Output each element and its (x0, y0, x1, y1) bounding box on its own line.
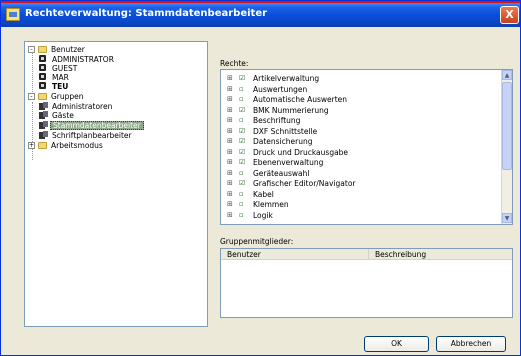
tree-connector-line (32, 102, 33, 160)
unchecked-checkbox-icon[interactable]: ▫ (239, 169, 249, 178)
rights-item-label: Artikelverwaltung (253, 74, 320, 83)
user-icon (39, 82, 47, 91)
rights-item-label: Geräteauswahl (253, 168, 310, 178)
unchecked-checkbox-icon[interactable]: ▫ (239, 200, 249, 209)
expand-icon[interactable]: ⊞ (227, 148, 235, 157)
tree-node-label: ADMINISTRATOR (52, 55, 114, 64)
user-icon (39, 73, 47, 82)
rights-item-label: Druck und Druckausgabe (253, 147, 349, 157)
group-icon (39, 102, 49, 111)
tree-node-label: MAR (52, 73, 69, 82)
rights-label: Rechte: (220, 59, 249, 68)
group-members-table[interactable]: Benutzer Beschreibung (220, 248, 513, 318)
tree-node-label: GUEST (52, 64, 78, 73)
group-icon (39, 121, 49, 130)
tree-connector-line (32, 52, 33, 94)
unchecked-checkbox-icon[interactable]: ▫ (239, 116, 249, 125)
unchecked-checkbox-icon[interactable]: ▫ (239, 95, 249, 104)
rights-dialog-window: Rechteverwaltung: Stammdatenbearbeiter X… (0, 0, 521, 356)
expand-icon[interactable]: ⊞ (227, 211, 235, 220)
scroll-down-button[interactable]: ▼ (502, 213, 512, 223)
ok-button[interactable]: OK (364, 336, 429, 352)
tree-node-label: Administratoren (52, 102, 113, 111)
window-title: Rechteverwaltung: Stammdatenbearbeiter (25, 8, 268, 19)
scroll-thumb[interactable] (502, 82, 512, 170)
scroll-up-button[interactable]: ▲ (502, 70, 512, 80)
rights-item-label: Automatische Auswerten (253, 95, 348, 104)
tree-node-label: Schriftplanbearbeiter (52, 131, 132, 140)
folder-icon (38, 142, 47, 149)
tree-node-label: Gäste (52, 111, 74, 120)
group-icon (39, 131, 49, 140)
rights-item-label: BMK Nummerierung (253, 105, 329, 115)
rights-item-label: Logik (253, 210, 273, 220)
group-members-label: Gruppenmitglieder: (220, 237, 294, 246)
unchecked-checkbox-icon[interactable]: ▫ (239, 190, 249, 199)
user-icon (39, 55, 47, 64)
tree-node-label: Benutzer (51, 45, 85, 54)
checked-checkbox-icon[interactable]: ☑ (239, 137, 249, 146)
collapse-icon[interactable]: - (28, 93, 35, 100)
expand-icon[interactable]: ⊞ (227, 85, 235, 94)
expand-icon[interactable]: ⊞ (227, 158, 235, 167)
rights-item-label: Beschriftung (253, 116, 301, 125)
close-button[interactable]: X (500, 6, 519, 24)
checked-checkbox-icon[interactable]: ☑ (239, 106, 249, 115)
expand-icon[interactable]: ⊞ (227, 74, 235, 83)
title-bar[interactable]: Rechteverwaltung: Stammdatenbearbeiter X (1, 3, 520, 27)
tree-node-label: Arbeitsmodus (51, 141, 103, 150)
group-icon (39, 111, 49, 120)
checked-checkbox-icon[interactable]: ☑ (239, 179, 249, 188)
tree-node-label: TEU (52, 82, 69, 91)
checked-checkbox-icon[interactable]: ☑ (239, 127, 249, 136)
expand-icon[interactable]: ⊞ (227, 179, 235, 188)
column-header-description[interactable]: Beschreibung (369, 249, 512, 260)
expand-icon[interactable]: ⊞ (227, 127, 235, 136)
expand-icon[interactable]: ⊞ (227, 106, 235, 115)
collapse-icon[interactable]: - (28, 46, 35, 53)
checked-checkbox-icon[interactable]: ☑ (239, 158, 249, 167)
rights-item-label: Kabel (253, 189, 274, 199)
expand-icon[interactable]: ⊞ (227, 169, 235, 178)
rights-item-label: Datensicherung (253, 137, 313, 146)
folder-icon (38, 93, 47, 100)
expand-icon[interactable]: ⊞ (227, 190, 235, 199)
tree-node-label: Gruppen (51, 92, 84, 101)
expand-icon[interactable]: ⊞ (227, 200, 235, 209)
app-icon (6, 8, 20, 21)
rights-item-label: Grafischer Editor/Navigator (253, 179, 356, 188)
checked-checkbox-icon[interactable]: ☑ (239, 74, 249, 83)
rights-item-label: Klemmen (253, 200, 289, 209)
user-icon (39, 64, 47, 73)
cancel-button[interactable]: Abbrechen (436, 336, 506, 352)
rights-scrollbar[interactable]: ▲ ▼ (501, 70, 512, 224)
column-header-user[interactable]: Benutzer (221, 249, 369, 260)
rights-item-label: DXF Schnittstelle (253, 126, 318, 136)
folder-icon (38, 46, 47, 53)
expand-icon[interactable]: ⊞ (227, 137, 235, 146)
expand-icon[interactable]: ⊞ (227, 116, 235, 125)
rights-list[interactable]: ⊞ ☑ Artikelverwaltung ⊞ ▫ Auswertungen ⊞ ▫ Autom… (220, 69, 513, 225)
unchecked-checkbox-icon[interactable]: ▫ (239, 85, 249, 94)
checked-checkbox-icon[interactable]: ☑ (239, 148, 249, 157)
rights-item-label: Auswertungen (253, 84, 308, 94)
rights-item-label: Ebenenverwaltung (253, 158, 324, 167)
tree-node-label: Stammdatenbearbeiter (50, 121, 144, 130)
expand-icon[interactable]: ⊞ (227, 95, 235, 104)
expand-icon[interactable]: + (28, 142, 35, 149)
user-group-tree[interactable]: - Benutzer ADMINISTRATOR GUEST MAR TEU -… (24, 41, 208, 327)
unchecked-checkbox-icon[interactable]: ▫ (239, 211, 249, 220)
